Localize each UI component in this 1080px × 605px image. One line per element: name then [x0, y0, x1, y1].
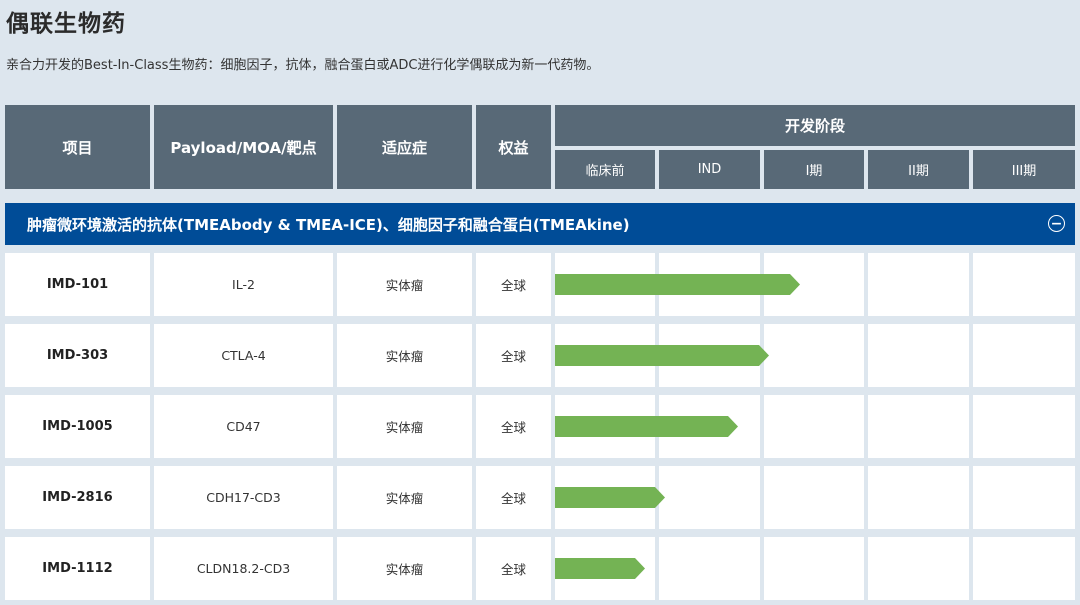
stage-cell: [973, 253, 1075, 316]
indication: 实体瘤: [337, 466, 472, 529]
indication: 实体瘤: [337, 395, 472, 458]
stage-cell: [868, 537, 969, 600]
stage-cell: [868, 253, 969, 316]
progress-arrow: [555, 416, 738, 437]
header-rights: 权益: [476, 105, 551, 189]
progress-arrow: [555, 274, 800, 295]
rights: 全球: [476, 395, 551, 458]
drug-name: IMD-1005: [5, 395, 150, 458]
stage-cell: [868, 395, 969, 458]
header-payload: Payload/MOA/靶点: [154, 105, 333, 189]
stage-cell: [764, 395, 864, 458]
page-subtitle: 亲合力开发的Best-In-Class生物药：细胞因子，抗体，融合蛋白或ADC进…: [6, 58, 600, 73]
rights: 全球: [476, 466, 551, 529]
stage-cell: [764, 537, 864, 600]
header-project: 项目: [5, 105, 150, 189]
drug-name: IMD-303: [5, 324, 150, 387]
indication: 实体瘤: [337, 324, 472, 387]
minus-circle-icon[interactable]: −: [1048, 215, 1065, 232]
stage-header-1: IND: [659, 150, 760, 189]
stage-cell: [973, 466, 1075, 529]
progress-arrow: [555, 345, 769, 366]
progress-arrow: [555, 558, 645, 579]
drug-name: IMD-2816: [5, 466, 150, 529]
indication: 实体瘤: [337, 253, 472, 316]
rights: 全球: [476, 253, 551, 316]
stage-cell: [764, 466, 864, 529]
payload-target: CD47: [154, 395, 333, 458]
stage-cell: [868, 324, 969, 387]
rights: 全球: [476, 537, 551, 600]
payload-target: CTLA-4: [154, 324, 333, 387]
stage-cell: [973, 395, 1075, 458]
stage-header-3: II期: [868, 150, 969, 189]
stage-cell: [868, 466, 969, 529]
page-title: 偶联生物药: [6, 11, 126, 37]
header-development-stage: 开发阶段: [555, 105, 1075, 146]
section-tmea: 肿瘤微环境激活的抗体(TMEAbody & TMEA-ICE)、细胞因子和融合蛋…: [5, 203, 1075, 245]
stage-cell: [973, 537, 1075, 600]
stage-cell: [659, 537, 760, 600]
stage-cell: [973, 324, 1075, 387]
stage-cell: [659, 466, 760, 529]
stage-cell: [764, 324, 864, 387]
rights: 全球: [476, 324, 551, 387]
section-title: 肿瘤微环境激活的抗体(TMEAbody & TMEA-ICE)、细胞因子和融合蛋…: [27, 215, 630, 234]
payload-target: CLDN18.2-CD3: [154, 537, 333, 600]
stage-header-0: 临床前: [555, 150, 655, 189]
payload-target: CDH17-CD3: [154, 466, 333, 529]
drug-name: IMD-101: [5, 253, 150, 316]
stage-header-2: I期: [764, 150, 864, 189]
progress-arrow: [555, 487, 665, 508]
indication: 实体瘤: [337, 537, 472, 600]
header-indication: 适应症: [337, 105, 472, 189]
payload-target: IL-2: [154, 253, 333, 316]
drug-name: IMD-1112: [5, 537, 150, 600]
stage-header-4: III期: [973, 150, 1075, 189]
